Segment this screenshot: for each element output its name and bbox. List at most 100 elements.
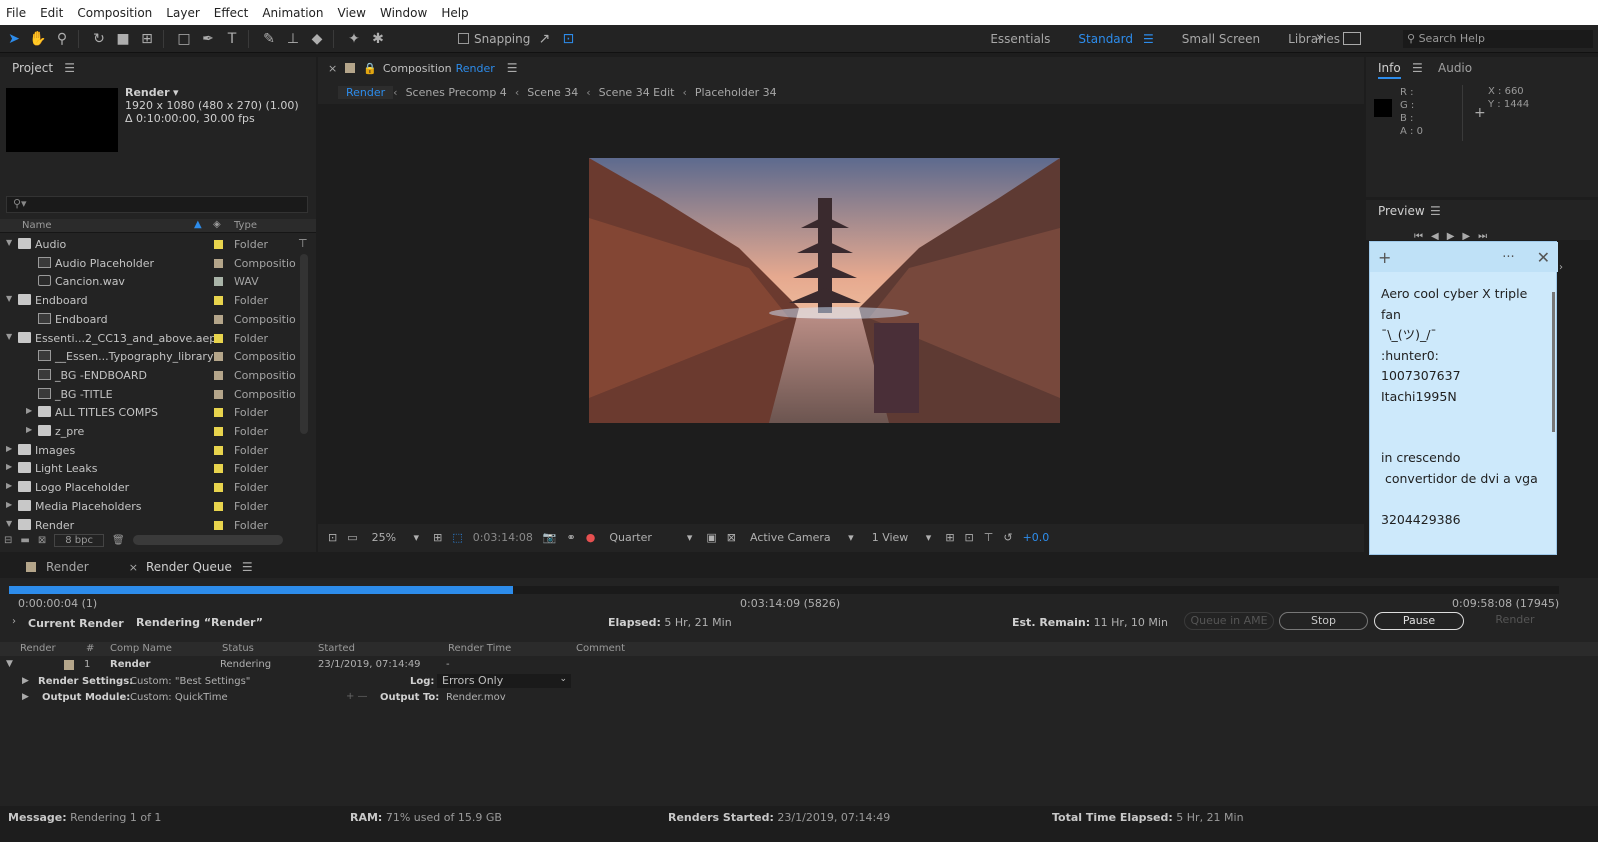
pause-button[interactable]: Pause: [1374, 612, 1464, 630]
workspace-small-screen[interactable]: Small Screen: [1182, 32, 1260, 46]
expand-output-icon[interactable]: ▶: [22, 692, 29, 702]
region-icon[interactable]: ⬚: [452, 531, 462, 544]
label-swatch[interactable]: [214, 520, 223, 530]
collapse-folder-icon[interactable]: ▼: [6, 519, 12, 528]
menu-edit[interactable]: Edit: [40, 6, 63, 20]
label-swatch[interactable]: [214, 483, 223, 493]
thumbnail-slider[interactable]: [132, 535, 283, 545]
menu-effect[interactable]: Effect: [214, 6, 249, 20]
breadcrumb-item[interactable]: Scenes Precomp 4: [398, 86, 515, 99]
current-timecode[interactable]: 0:03:14:08: [473, 531, 533, 544]
project-item[interactable]: ▶ ALL TITLES COMPS Folder: [0, 403, 300, 422]
project-item[interactable]: _BG -ENDBOARD Compositio: [0, 366, 300, 385]
menu-composition[interactable]: Composition: [77, 6, 152, 20]
output-module-value[interactable]: Custom: QuickTime: [130, 692, 228, 703]
expand-folder-icon[interactable]: ▶: [6, 481, 12, 490]
label-swatch[interactable]: [214, 258, 223, 268]
expand-folder-icon[interactable]: ▶: [6, 444, 12, 453]
rq-col-header[interactable]: #: [86, 643, 94, 654]
comp-dropdown-icon[interactable]: ▾: [173, 86, 179, 99]
pan-behind-tool-icon[interactable]: ⊞: [137, 29, 157, 49]
toggle-mask-icon[interactable]: ⊡: [965, 531, 974, 544]
expand-settings-icon[interactable]: ▶: [22, 676, 29, 686]
rq-col-header[interactable]: Status: [222, 643, 254, 654]
preview-controls[interactable]: ⏮◀▶▶⏭: [1414, 231, 1495, 240]
puppet-tool-icon[interactable]: ✱: [368, 29, 388, 49]
flowchart-view-icon[interactable]: ⊤: [984, 531, 994, 544]
breadcrumb-item[interactable]: Render: [338, 85, 394, 99]
project-menu-icon[interactable]: ☰: [57, 61, 75, 75]
label-swatch[interactable]: [214, 464, 223, 474]
project-item[interactable]: ▼ Endboard Folder: [0, 291, 300, 310]
menu-help[interactable]: Help: [441, 6, 468, 20]
expand-current-render-icon[interactable]: ›: [12, 616, 16, 627]
lock-icon[interactable]: 🔒: [363, 62, 377, 75]
sticky-note[interactable]: + ··· ✕ Aero cool cyber X triple fan ¯\_…: [1369, 241, 1558, 555]
breadcrumb-item[interactable]: Placeholder 34: [687, 86, 785, 99]
collapse-folder-icon[interactable]: ▼: [6, 332, 12, 341]
collapse-folder-icon[interactable]: ▼: [6, 294, 12, 303]
label-swatch[interactable]: [214, 352, 223, 362]
project-item[interactable]: ▶ z_pre Folder: [0, 422, 300, 441]
log-dropdown[interactable]: Errors Only ⌄: [437, 674, 571, 688]
search-help-input[interactable]: ⚲ Search Help: [1403, 30, 1593, 48]
panel-expand-icon[interactable]: ›: [1559, 262, 1563, 273]
transparency-icon[interactable]: ▣: [706, 531, 716, 544]
workspace-menu-icon[interactable]: ☰: [1143, 32, 1154, 46]
eraser-tool-icon[interactable]: ◆: [307, 29, 327, 49]
rq-col-header[interactable]: Render Time: [448, 643, 511, 654]
display-icon[interactable]: ▭: [347, 531, 357, 544]
close-note-icon[interactable]: ✕: [1537, 248, 1550, 267]
type-tool-icon[interactable]: T: [222, 29, 242, 49]
project-item[interactable]: ▶ Media Placeholders Folder: [0, 497, 300, 516]
menu-animation[interactable]: Animation: [262, 6, 323, 20]
comp-tab-name[interactable]: Render: [456, 62, 495, 75]
quality-dropdown[interactable]: Quarter ▾: [605, 531, 696, 544]
zoom-tool-icon[interactable]: ⚲: [52, 29, 72, 49]
info-menu-icon[interactable]: ☰: [1412, 61, 1423, 75]
comp-menu-icon[interactable]: ☰: [507, 61, 518, 75]
project-item[interactable]: ▶ Light Leaks Folder: [0, 459, 300, 478]
view-dropdown[interactable]: 1 View ▾: [868, 531, 936, 544]
label-swatch[interactable]: [214, 445, 223, 455]
exposure-value[interactable]: +0.0: [1023, 531, 1050, 544]
pen-tool-icon[interactable]: ✒: [198, 29, 218, 49]
label-swatch[interactable]: [214, 296, 223, 306]
label-swatch[interactable]: [214, 389, 223, 399]
workspace-panel-icon[interactable]: [1343, 32, 1361, 45]
project-comp-name[interactable]: Render: [125, 86, 170, 99]
col-type-header[interactable]: Type: [234, 220, 257, 231]
close-tab-icon[interactable]: ×: [328, 62, 337, 75]
expand-folder-icon[interactable]: ▶: [26, 406, 32, 415]
project-item[interactable]: Audio Placeholder Compositio: [0, 254, 300, 273]
rq-col-header[interactable]: Comp Name: [110, 643, 172, 654]
tab-render-queue[interactable]: Render Queue: [146, 560, 232, 574]
workspace-essentials[interactable]: Essentials: [990, 32, 1050, 46]
roto-brush-tool-icon[interactable]: ✦: [344, 29, 364, 49]
project-item[interactable]: _BG -TITLE Compositio: [0, 385, 300, 404]
preview-menu-icon[interactable]: ☰: [1430, 204, 1441, 218]
project-scrollbar[interactable]: [300, 254, 308, 434]
render-button[interactable]: Render: [1470, 612, 1560, 630]
rq-col-header[interactable]: Comment: [576, 643, 625, 654]
snapping-checkbox[interactable]: [458, 33, 469, 44]
fit-icon[interactable]: ⊞: [433, 531, 442, 544]
output-to-value[interactable]: Render.mov: [446, 692, 506, 703]
label-swatch[interactable]: [214, 314, 223, 324]
project-item[interactable]: Endboard Compositio: [0, 310, 300, 329]
label-tag-icon[interactable]: ◈: [213, 219, 221, 230]
rotate-tool-icon[interactable]: ↻: [89, 29, 109, 49]
project-item[interactable]: Cancion.wav WAV: [0, 272, 300, 291]
project-item[interactable]: ▼ Render Folder: [0, 516, 300, 531]
rectangle-tool-icon[interactable]: □: [174, 29, 194, 49]
workspace-libraries[interactable]: Libraries: [1288, 32, 1340, 46]
label-swatch[interactable]: [214, 370, 223, 380]
snap-options-icon[interactable]: ↗: [534, 29, 554, 49]
project-search-input[interactable]: ⚲▾: [6, 196, 308, 213]
new-folder-icon[interactable]: ▬: [20, 535, 29, 546]
grid-icon[interactable]: ⊠: [727, 531, 736, 544]
toggle-view-icon[interactable]: ⊞: [945, 531, 954, 544]
workspace-overflow-icon[interactable]: »: [1316, 30, 1324, 45]
label-swatch[interactable]: [214, 333, 223, 343]
reset-exposure-icon[interactable]: ↺: [1003, 531, 1012, 544]
